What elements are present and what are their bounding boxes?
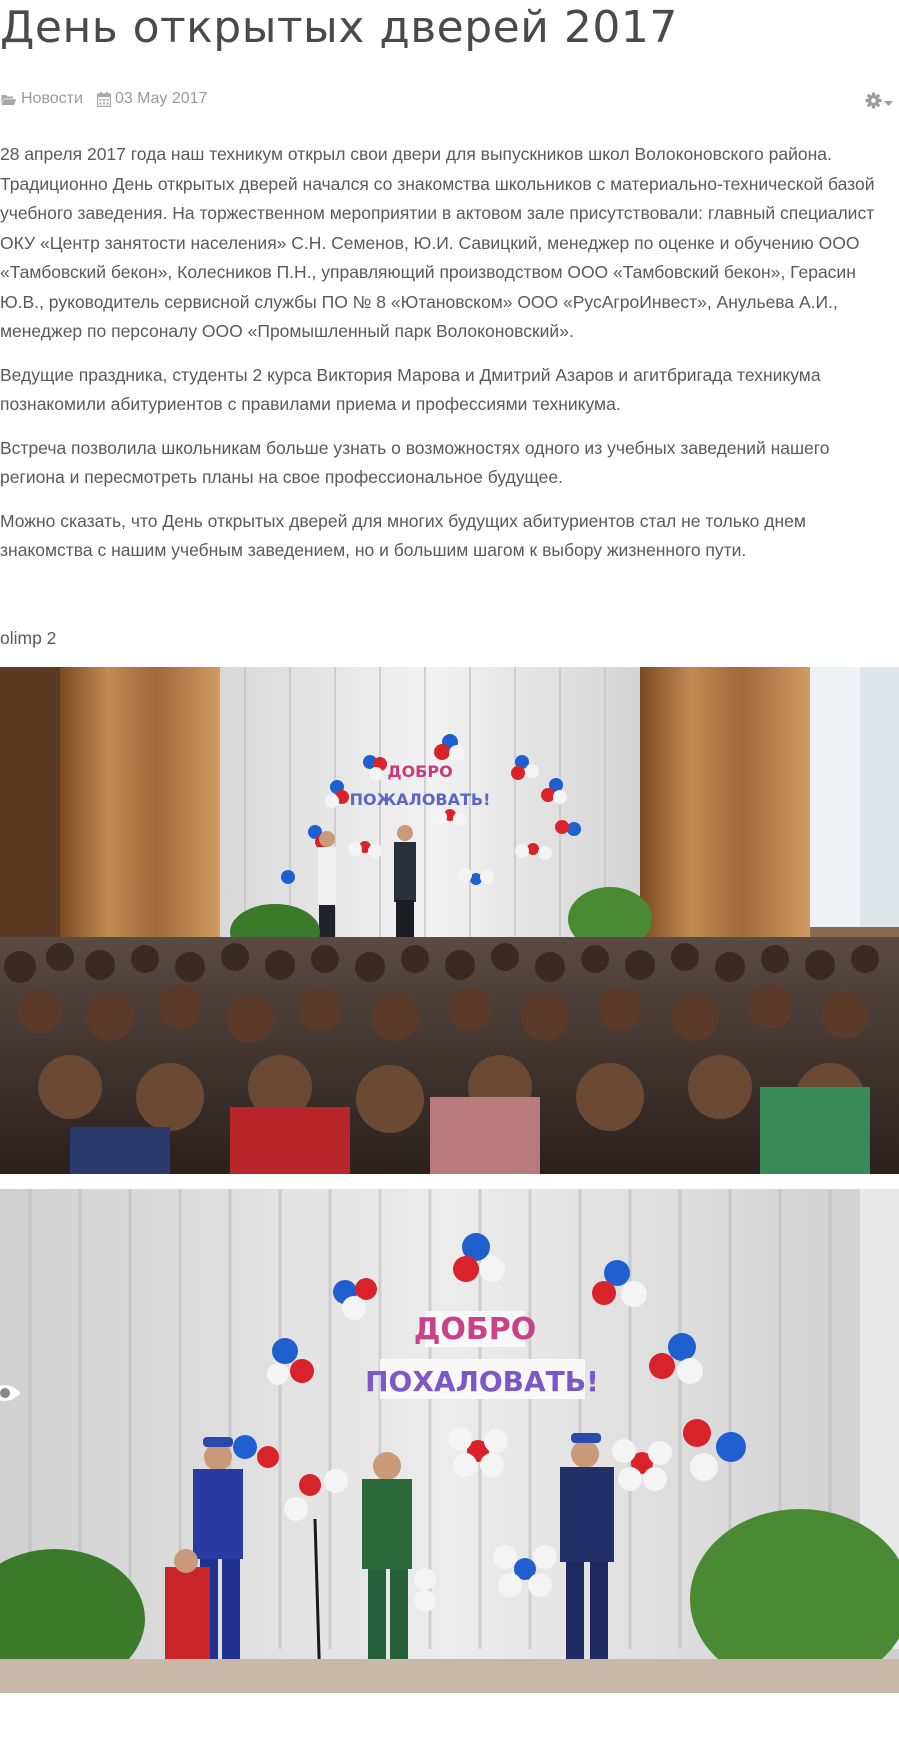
banner-text-top: ДОБРО xyxy=(414,1312,537,1347)
category-link[interactable]: Новости xyxy=(21,90,83,108)
banner-text-top: ДОБРО xyxy=(387,762,452,781)
caret-down-icon xyxy=(884,94,893,112)
banner-text-bottom: ПОХАЛОВАТЬ! xyxy=(365,1365,599,1398)
article-meta: Новости 03 May 2017 xyxy=(0,88,207,110)
eye-icon[interactable] xyxy=(0,1380,21,1406)
article-date: 03 May 2017 xyxy=(96,90,208,108)
article-settings-button[interactable] xyxy=(865,92,899,114)
gear-icon xyxy=(865,92,882,114)
image-caption: olimp 2 xyxy=(0,628,57,648)
article-title: День открытых дверей 2017 xyxy=(0,2,678,53)
banner-text-bottom: ПОЖАЛОВАТЬ! xyxy=(350,790,491,809)
article-body: 28 апреля 2017 года наш техникум открыл … xyxy=(0,140,890,580)
article-paragraph: Встреча позволила школьникам больше узна… xyxy=(0,437,830,488)
event-photo-stage[interactable]: ДОБРО ПОХАЛОВАТЬ! xyxy=(0,1189,899,1693)
event-photo-hall[interactable]: ДОБРО ПОЖАЛОВАТЬ! xyxy=(0,667,899,1174)
calendar-icon xyxy=(96,91,111,107)
article-category[interactable]: Новости xyxy=(0,90,83,108)
article-paragraph: Ведущие праздника, студенты 2 курса Викт… xyxy=(0,364,821,415)
article-paragraph: Можно сказать, что День открытых дверей … xyxy=(0,510,806,561)
date-text: 03 May 2017 xyxy=(114,90,208,107)
folder-open-icon xyxy=(0,93,17,106)
article-paragraph: 28 апреля 2017 года наш техникум открыл … xyxy=(0,144,875,341)
